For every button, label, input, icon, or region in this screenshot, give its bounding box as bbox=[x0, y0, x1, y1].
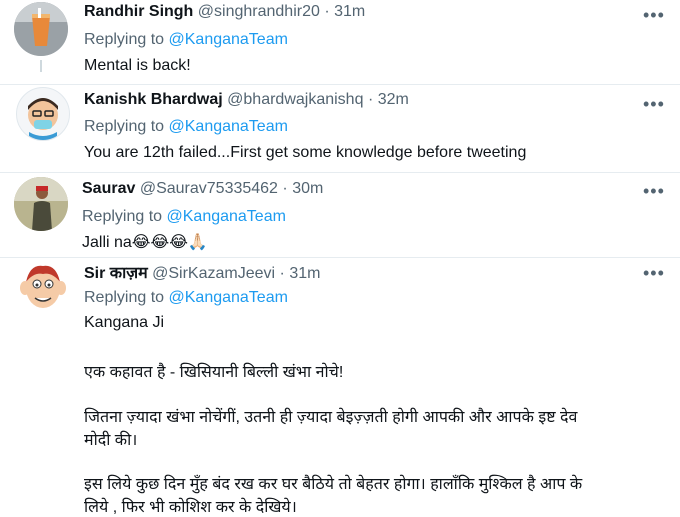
tweet-text: Mental is back! bbox=[84, 57, 191, 74]
tweet-text-line: Kangana Ji bbox=[84, 314, 165, 331]
timestamp[interactable]: 31m bbox=[334, 3, 365, 20]
tweet-kanishk[interactable]: Kanishk Bhardwaj @bhardwajkanishq · 32m … bbox=[0, 85, 680, 172]
tweet-text-line: जितना ज़्यादा खंभा नोचेंगीं, उतनी ही ज़्… bbox=[84, 409, 578, 426]
author-name[interactable]: Sir काज़म bbox=[84, 265, 148, 282]
separator-dot: · bbox=[282, 180, 288, 197]
mention-link[interactable]: @KanganaTeam bbox=[169, 289, 288, 306]
replying-label: Replying to bbox=[84, 118, 165, 135]
cartoon-face-icon bbox=[20, 265, 66, 308]
author-handle[interactable]: @SirKazamJeevi bbox=[152, 265, 275, 282]
more-options-icon[interactable]: ••• bbox=[643, 182, 665, 200]
separator-dot: · bbox=[324, 3, 330, 20]
timestamp[interactable]: 31m bbox=[289, 265, 320, 282]
more-options-icon[interactable]: ••• bbox=[643, 6, 665, 24]
replying-to: Replying to @KanganaTeam bbox=[84, 118, 288, 136]
avatar[interactable] bbox=[14, 177, 68, 231]
mention-link[interactable]: @KanganaTeam bbox=[169, 31, 288, 48]
author-handle[interactable]: @Saurav75335462 bbox=[140, 180, 278, 197]
author-name[interactable]: Saurav bbox=[82, 180, 135, 197]
author-handle[interactable]: @singhrandhir20 bbox=[198, 3, 320, 20]
separator-dot: · bbox=[279, 265, 285, 282]
avatar[interactable] bbox=[14, 2, 68, 56]
author-handle[interactable]: @bhardwajkanishq bbox=[227, 91, 363, 108]
replying-label: Replying to bbox=[84, 31, 165, 48]
replying-to: Replying to @KanganaTeam bbox=[84, 31, 288, 49]
avatar[interactable] bbox=[16, 87, 70, 141]
author-name[interactable]: Randhir Singh bbox=[84, 3, 193, 20]
separator-dot: · bbox=[367, 91, 374, 108]
mention-link[interactable]: @KanganaTeam bbox=[167, 208, 286, 225]
cartoon-face-icon bbox=[28, 98, 58, 140]
replying-to: Replying to @KanganaTeam bbox=[84, 289, 288, 307]
tweet-text: You are 12th failed...First get some kno… bbox=[84, 144, 527, 161]
tweet-text-line: मोदी की। bbox=[84, 432, 138, 449]
tweet-randhir[interactable]: Randhir Singh @singhrandhir20 · 31m ••• … bbox=[0, 0, 680, 84]
mention-link[interactable]: @KanganaTeam bbox=[169, 118, 288, 135]
tweet-text-line: इस लिये कुछ दिन मुँह बंद रख कर घर बैठिये… bbox=[84, 476, 583, 493]
tweet-text: Jalli na😂😂😂🙏🏻 bbox=[82, 234, 208, 251]
more-options-icon[interactable]: ••• bbox=[643, 95, 665, 113]
replying-label: Replying to bbox=[82, 208, 163, 225]
timestamp[interactable]: 32m bbox=[378, 91, 409, 108]
author-name[interactable]: Kanishk Bhardwaj bbox=[84, 91, 223, 108]
tweet-saurav[interactable]: Saurav @Saurav75335462 · 30m ••• Replyin… bbox=[0, 173, 680, 257]
tweet-text-line: लिये , फिर भी कोशिश कर के देखिये। bbox=[84, 499, 297, 516]
replying-label: Replying to bbox=[84, 289, 165, 306]
more-options-icon[interactable]: ••• bbox=[643, 264, 665, 282]
avatar[interactable] bbox=[16, 260, 70, 314]
drink-photo-icon bbox=[14, 2, 68, 56]
tweet-text-line: एक कहावत है - खिसियानी बिल्ली खंभा नोचे! bbox=[84, 364, 344, 381]
person-photo-icon bbox=[14, 177, 68, 231]
replying-to: Replying to @KanganaTeam bbox=[82, 208, 286, 226]
thread-line bbox=[40, 60, 42, 72]
timestamp[interactable]: 30m bbox=[292, 180, 323, 197]
